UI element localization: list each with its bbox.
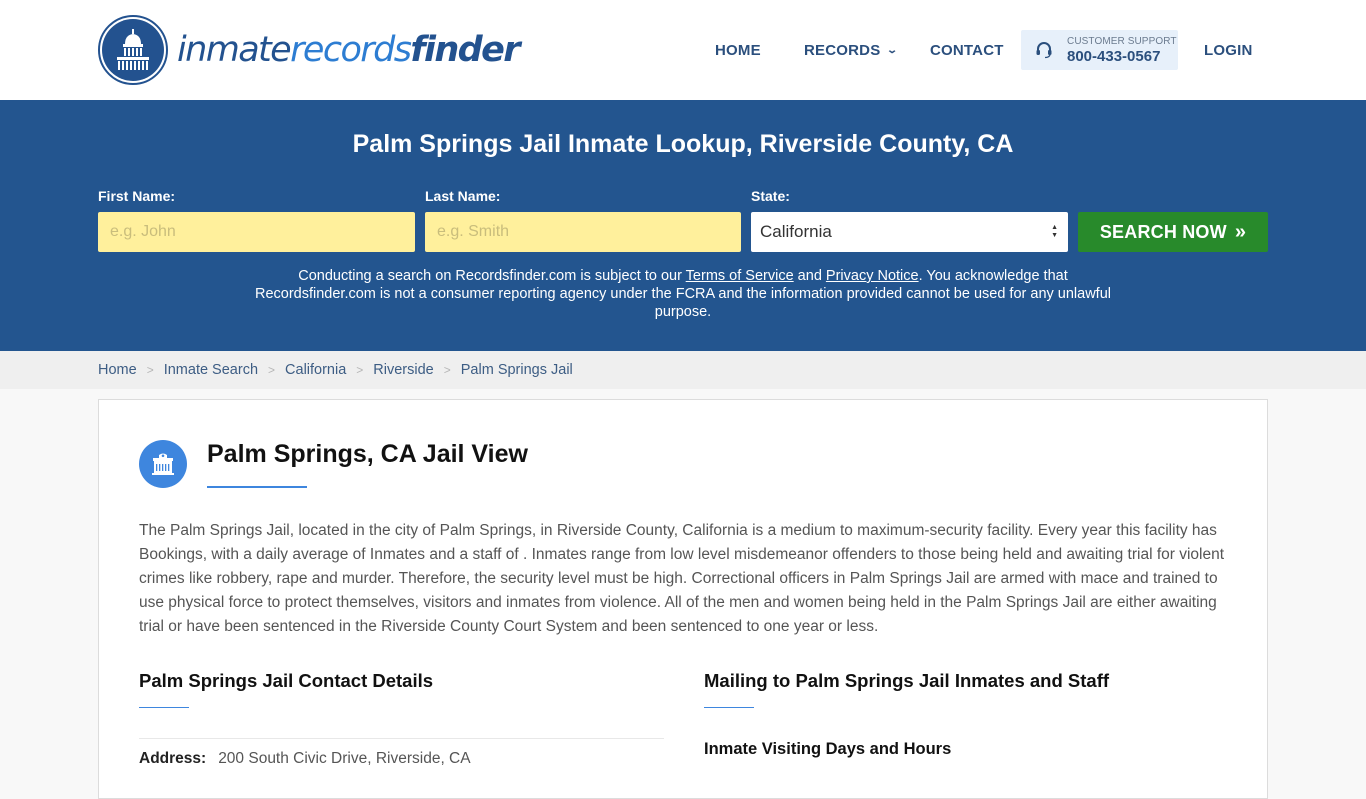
visiting-hours-title: Inmate Visiting Days and Hours bbox=[704, 740, 952, 758]
section-underline bbox=[704, 707, 754, 708]
first-name-input[interactable] bbox=[98, 212, 415, 252]
breadcrumb-riverside[interactable]: Riverside bbox=[373, 362, 433, 378]
search-now-label: SEARCH NOW bbox=[1099, 221, 1227, 242]
jail-description: The Palm Springs Jail, located in the ci… bbox=[139, 522, 1225, 635]
nav-records[interactable]: RECORDS ⌄ bbox=[804, 41, 899, 59]
chevron-down-icon: ⌄ bbox=[886, 44, 899, 56]
nav-home[interactable]: HOME bbox=[715, 42, 761, 59]
last-name-label: Last Name: bbox=[425, 188, 501, 204]
section-underline bbox=[139, 707, 189, 708]
state-label: State: bbox=[751, 188, 790, 204]
breadcrumb: Home > Inmate Search > California > Rive… bbox=[0, 351, 1366, 389]
terms-of-service-link[interactable]: Terms of Service bbox=[686, 268, 794, 284]
nav-login[interactable]: LOGIN bbox=[1204, 42, 1253, 59]
headset-icon bbox=[1036, 42, 1052, 59]
breadcrumb-inmate-search[interactable]: Inmate Search bbox=[164, 362, 258, 378]
title-underline bbox=[207, 486, 307, 488]
chevron-right-icon: > bbox=[356, 363, 364, 377]
first-name-label: First Name: bbox=[98, 188, 176, 204]
customer-support-button[interactable]: CUSTOMER SUPPORT 800-433-0567 bbox=[1021, 30, 1178, 70]
nav-contact[interactable]: CONTACT bbox=[930, 42, 1004, 59]
divider bbox=[139, 738, 664, 739]
double-chevron-right-icon: » bbox=[1234, 220, 1247, 243]
chevron-right-icon: > bbox=[268, 363, 276, 377]
state-select-value: California bbox=[760, 222, 832, 241]
mailing-title: Mailing to Palm Springs Jail Inmates and… bbox=[704, 670, 1110, 691]
jail-view-title: Palm Springs, CA Jail View bbox=[207, 440, 528, 468]
site-logo[interactable]: inmaterecordsfinder bbox=[98, 15, 521, 85]
contact-details-title: Palm Springs Jail Contact Details bbox=[139, 670, 434, 691]
capitol-logo-icon bbox=[98, 15, 168, 85]
privacy-notice-link[interactable]: Privacy Notice bbox=[826, 268, 919, 284]
search-now-button[interactable]: SEARCH NOW » bbox=[1078, 212, 1268, 252]
nav-records-label: RECORDS bbox=[804, 41, 881, 59]
search-disclaimer: Conducting a search on Recordsfinder.com… bbox=[255, 268, 1111, 320]
last-name-input[interactable] bbox=[425, 212, 741, 252]
state-select[interactable]: California ▲ ▼ bbox=[751, 212, 1068, 252]
select-arrows-icon: ▲ ▼ bbox=[1051, 224, 1058, 239]
breadcrumb-california[interactable]: California bbox=[285, 362, 346, 378]
site-header: inmaterecordsfinder HOME RECORDS ⌄ CONTA… bbox=[0, 0, 1366, 100]
breadcrumb-current: Palm Springs Jail bbox=[460, 362, 573, 378]
address-value: 200 South Civic Drive, Riverside, CA bbox=[218, 750, 471, 767]
address-label: Address: bbox=[139, 750, 207, 767]
chevron-right-icon: > bbox=[146, 363, 154, 377]
breadcrumb-home[interactable]: Home bbox=[98, 362, 137, 378]
jail-building-icon bbox=[139, 440, 187, 488]
address-row: Address: 200 South Civic Drive, Riverside… bbox=[139, 750, 471, 768]
search-hero: Palm Springs Jail Inmate Lookup, Riversi… bbox=[0, 100, 1366, 351]
logo-wordmark: inmaterecordsfinder bbox=[177, 29, 521, 70]
page-title: Palm Springs Jail Inmate Lookup, Riversi… bbox=[352, 130, 1014, 158]
chevron-right-icon: > bbox=[443, 363, 451, 377]
support-label: CUSTOMER SUPPORT bbox=[1067, 35, 1177, 47]
support-phone[interactable]: 800-433-0567 bbox=[1067, 48, 1177, 65]
jail-info-card: Palm Springs, CA Jail View The Palm Spri… bbox=[98, 399, 1268, 799]
